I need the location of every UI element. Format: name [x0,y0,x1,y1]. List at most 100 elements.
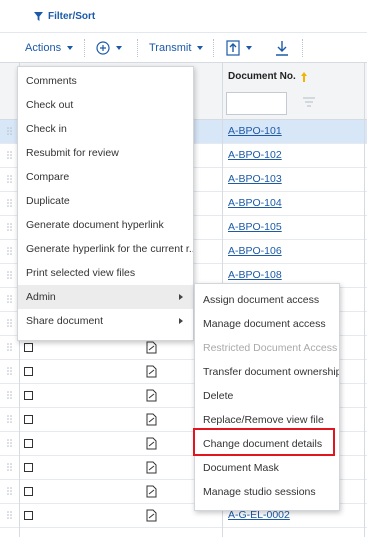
menu-item-print-selected-view-files[interactable]: Print selected view files [18,261,193,285]
row-grip-icon[interactable] [7,223,12,233]
toolbar: Actions Transmit [0,32,367,62]
document-number-link[interactable]: A-BPO-103 [228,173,282,185]
menu-item-check-in[interactable]: Check in [18,117,193,141]
menu-item-label: Transfer document ownership [203,366,339,378]
document-number-link[interactable]: A-BPO-105 [228,221,282,233]
chevron-down-icon [197,45,204,50]
row-grip-icon[interactable] [7,511,12,521]
menu-item-label: Check in [26,123,67,135]
row-grip-icon[interactable] [7,151,12,161]
menu-item-generate-document-hyperlink[interactable]: Generate document hyperlink [18,213,193,237]
row-grip-icon[interactable] [7,343,12,353]
menu-item-delete[interactable]: Delete [195,384,339,408]
top-bar: Filter/Sort [0,0,367,32]
transmit-button[interactable]: Transmit [149,33,204,62]
menu-item-label: Manage document access [203,318,326,330]
row-checkbox[interactable] [24,439,33,448]
document-no-filter-input[interactable] [226,92,287,115]
menu-item-assign-document-access[interactable]: Assign document access [195,288,339,312]
menu-item-label: Delete [203,390,234,402]
toolbar-divider [213,39,214,57]
menu-item-label: Document Mask [203,462,279,474]
actions-menu: Comments Check out Check in Resubmit for re… [17,66,194,341]
document-icon [146,365,157,378]
document-number-link[interactable]: A-BPO-106 [228,245,282,257]
menu-item-compare[interactable]: Compare [18,165,193,189]
transmit-label: Transmit [149,41,192,54]
row-checkbox[interactable] [24,367,33,376]
menu-item-transfer-document-ownership[interactable]: Transfer document ownership [195,360,339,384]
row-grip-icon[interactable] [7,319,12,329]
row-checkbox[interactable] [24,463,33,472]
row-grip-icon[interactable] [7,487,12,497]
document-icon [146,413,157,426]
menu-item-document-mask[interactable]: Document Mask [195,456,339,480]
column-divider [364,62,365,537]
funnel-icon [34,12,43,21]
menu-item-resubmit-for-review[interactable]: Resubmit for review [18,141,193,165]
document-icon [146,341,157,354]
menu-item-label: Generate hyperlink for the current r... [26,243,193,255]
filter-sort-link[interactable]: Filter/Sort [34,11,95,22]
menu-item-label: Assign document access [203,294,320,306]
menu-item-manage-document-access[interactable]: Manage document access [195,312,339,336]
menu-item-label: Generate document hyperlink [26,219,164,231]
row-grip-icon[interactable] [7,199,12,209]
menu-item-generate-hyperlink-for-the-current-r[interactable]: Generate hyperlink for the current r... [18,237,193,261]
document-icon [146,389,157,402]
row-checkbox[interactable] [24,415,33,424]
row-grip-icon[interactable] [7,271,12,281]
menu-item-label: Comments [26,75,77,87]
plus-circle-icon [96,40,110,55]
download-button[interactable] [275,33,289,62]
chevron-down-icon [67,45,74,50]
row-checkbox[interactable] [24,487,33,496]
toolbar-divider [302,39,303,57]
toolbar-divider [137,39,138,57]
document-icon [146,485,157,498]
filter-lines-icon[interactable] [302,96,316,108]
menu-item-admin[interactable]: Admin [18,285,193,309]
download-icon [276,40,288,56]
menu-item-change-document-details[interactable]: Change document details [195,432,339,456]
chevron-right-icon [179,318,183,324]
row-grip-icon[interactable] [7,127,12,137]
document-number-link[interactable]: A-BPO-104 [228,197,282,209]
menu-item-label: Print selected view files [26,267,136,279]
document-number-link[interactable]: A-BPO-101 [228,125,282,137]
menu-item-share-document[interactable]: Share document [18,309,193,333]
document-number-link[interactable]: A-BPO-102 [228,149,282,161]
row-grip-icon[interactable] [7,367,12,377]
row-checkbox[interactable] [24,391,33,400]
row-grip-icon[interactable] [7,295,12,305]
menu-item-label: Compare [26,171,70,183]
menu-item-duplicate[interactable]: Duplicate [18,189,193,213]
menu-item-manage-studio-sessions[interactable]: Manage studio sessions [195,480,339,504]
row-checkbox[interactable] [24,511,33,520]
menu-item-check-out[interactable]: Check out [18,93,193,117]
menu-item-label: Change document details [203,438,323,450]
add-button[interactable] [96,33,122,62]
menu-item-replace-remove-view-file[interactable]: Replace/Remove view file [195,408,339,432]
row-checkbox[interactable] [24,343,33,352]
sort-asc-icon [300,71,307,82]
row-grip-icon[interactable] [7,415,12,425]
menu-item-label: Manage studio sessions [203,486,316,498]
actions-button[interactable]: Actions [25,33,74,62]
document-number-link[interactable]: A-BPO-108 [228,269,282,281]
row-grip-icon[interactable] [7,439,12,449]
row-grip-icon[interactable] [7,247,12,257]
column-header-document-no[interactable]: Document No. [228,71,307,82]
menu-item-label: Duplicate [26,195,70,207]
chevron-right-icon [179,294,183,300]
row-grip-icon[interactable] [7,463,12,473]
menu-item-restricted-document-access: Restricted Document Access [195,336,339,360]
row-grip-icon[interactable] [7,391,12,401]
upload-button[interactable] [226,33,252,62]
row-grip-icon[interactable] [7,175,12,185]
menu-item-label: Restricted Document Access [203,342,338,354]
menu-item-label: Replace/Remove view file [203,414,324,426]
admin-submenu: Assign document access Manage document ac… [194,283,340,511]
menu-item-label: Check out [26,99,74,111]
menu-item-comments[interactable]: Comments [18,69,193,93]
